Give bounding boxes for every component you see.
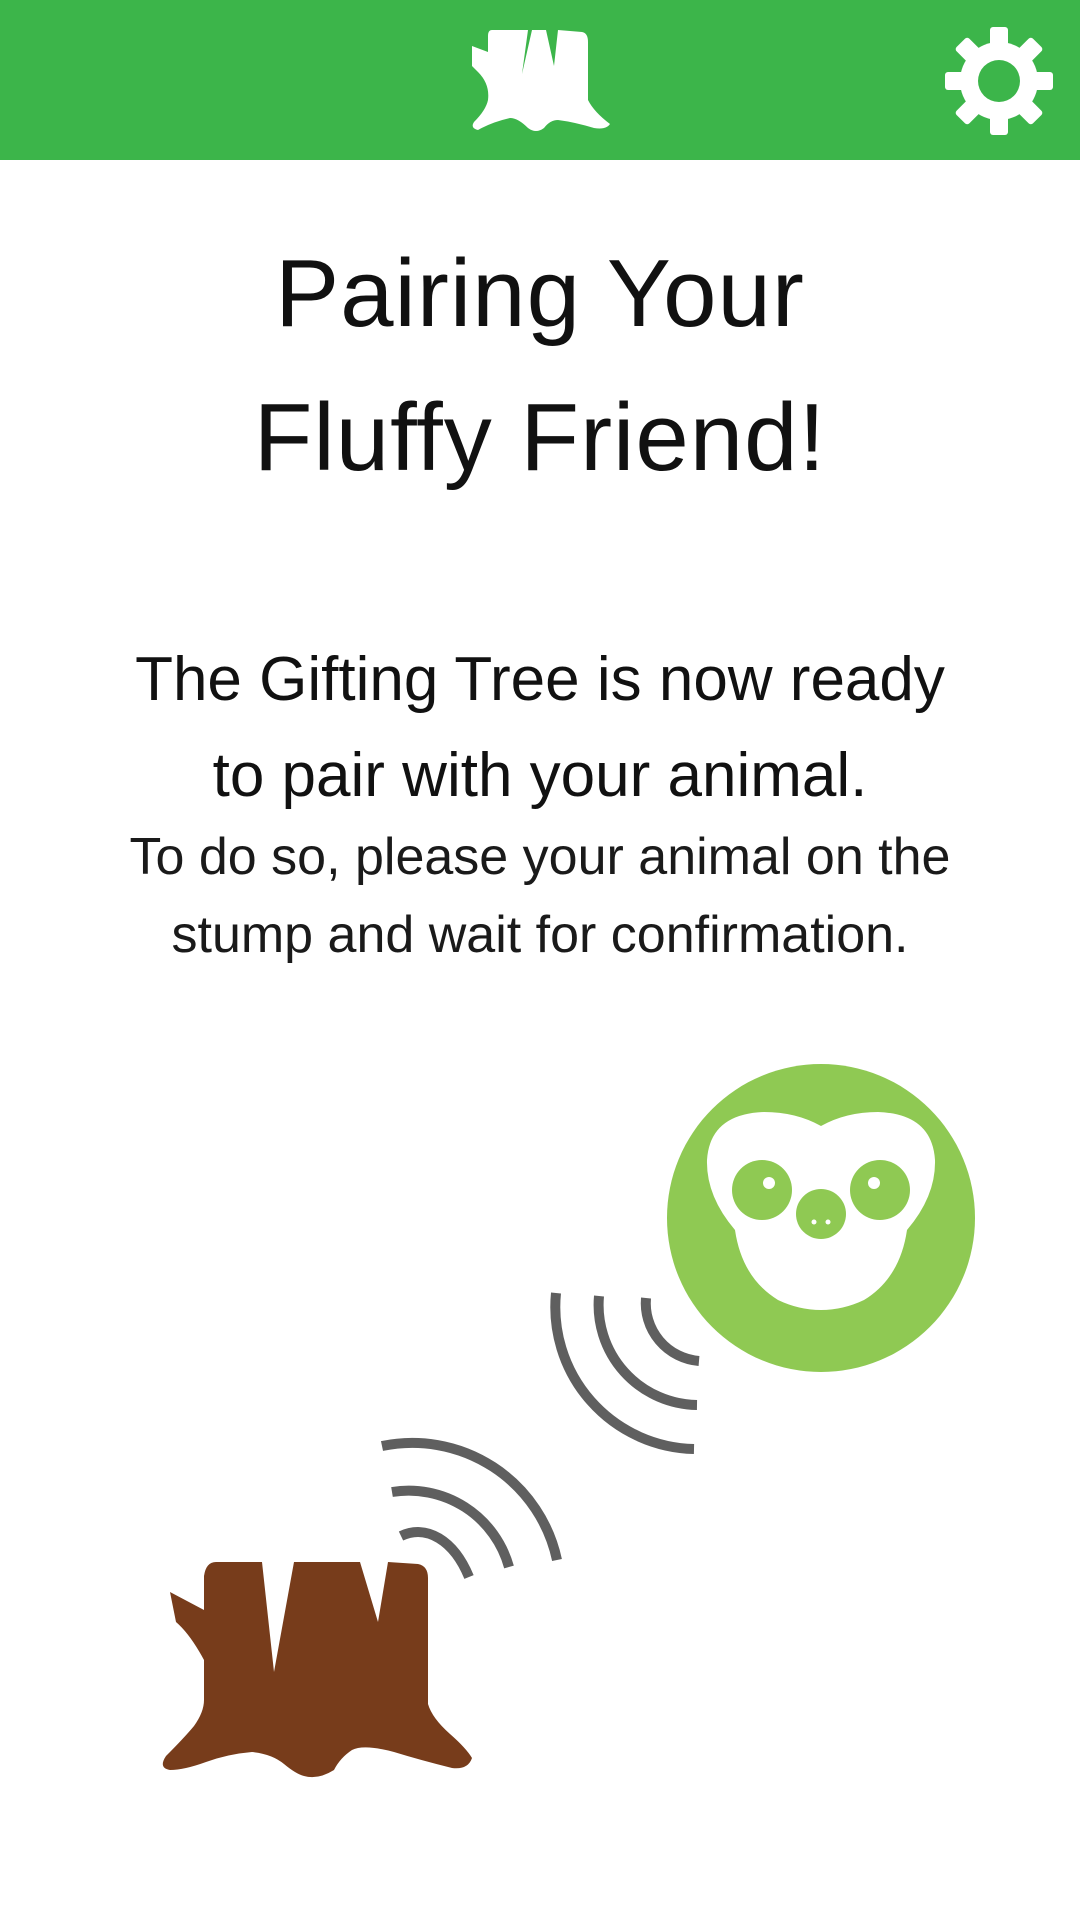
wireless-signal-icon [380,1437,562,1579]
page-title-line-1: Pairing Your [275,240,805,347]
gear-icon[interactable] [944,26,1054,136]
page-title: Pairing Your Fluffy Friend! [0,222,1080,510]
wireless-signal-icon [550,1292,700,1454]
pairing-instructions: To do so, please your animal on the stum… [60,818,1020,974]
tree-stump-logo-icon [472,30,610,131]
top-app-bar [0,0,1080,160]
ready-message-line-2: to pair with your animal. [212,741,868,810]
pairing-illustration [162,1064,975,1778]
ready-message: The Gifting Tree is now ready to pair wi… [60,632,1020,824]
page-title-line-2: Fluffy Friend! [253,384,827,491]
pairing-instructions-line-2: stump and wait for confirmation. [171,906,909,964]
sloth-face-icon [667,1064,975,1372]
ready-message-line-1: The Gifting Tree is now ready [135,645,945,714]
tree-stump-icon [162,1562,473,1778]
pairing-instructions-line-1: To do so, please your animal on the [129,828,951,886]
